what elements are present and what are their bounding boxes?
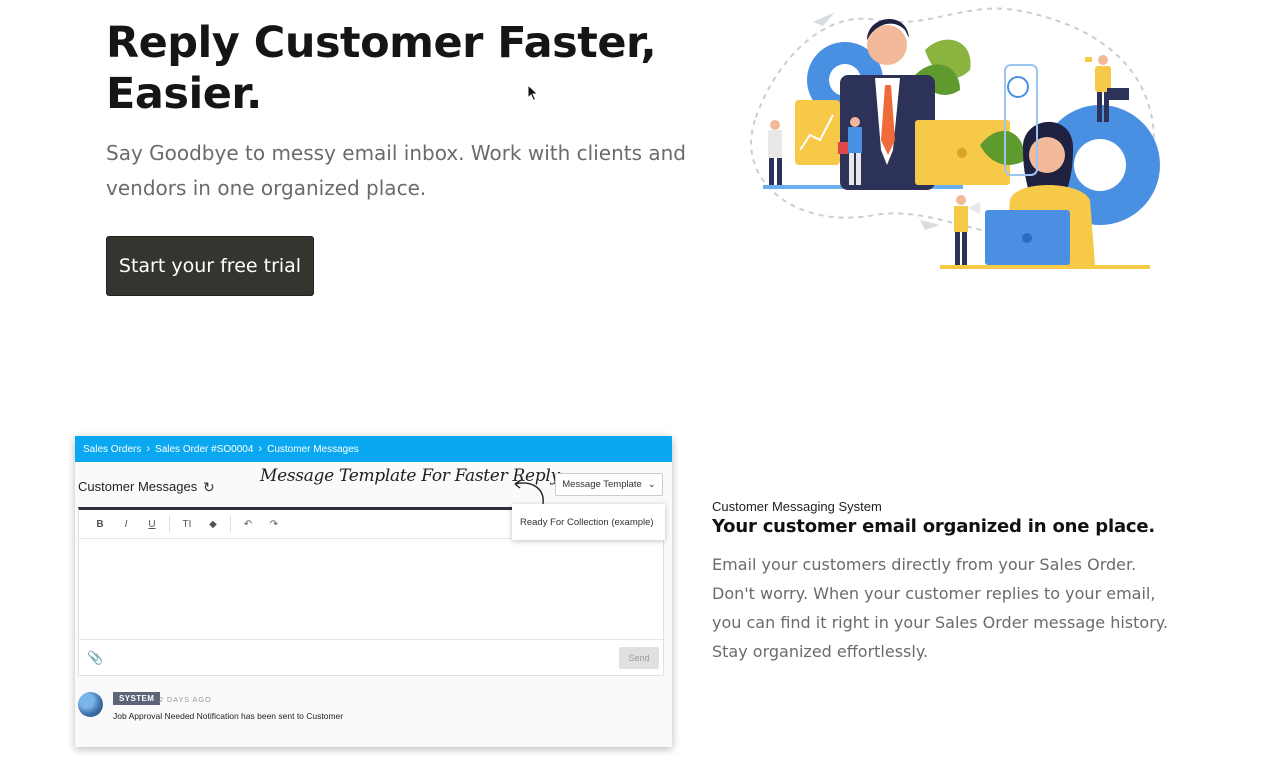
toolbar-divider (230, 516, 231, 532)
paperclip-icon[interactable]: 📎 (87, 650, 103, 666)
message-template-dropdown[interactable]: Message Template ⌄ (555, 473, 663, 496)
hero-illustration (750, 7, 1160, 269)
chevron-right-icon: › (146, 443, 151, 455)
bold-button[interactable]: B (87, 519, 113, 530)
toolbar-divider (169, 516, 170, 532)
status-badge: SYSTEM (113, 692, 161, 705)
breadcrumb-sales-orders[interactable]: Sales Orders (83, 444, 141, 455)
message-template-label: Message Template (562, 479, 642, 490)
undo-button[interactable]: ↶ (235, 519, 261, 530)
chevron-right-icon: › (258, 443, 263, 455)
feature-eyebrow: Customer Messaging System (712, 499, 882, 514)
redo-button[interactable]: ↷ (261, 519, 287, 530)
text-color-button[interactable]: ◆ (200, 519, 226, 530)
start-free-trial-button[interactable]: Start your free trial (106, 236, 314, 296)
breadcrumb-sales-order[interactable]: Sales Order #SO0004 (155, 444, 253, 455)
curved-arrow-icon (514, 479, 544, 505)
breadcrumb: Sales Orders › Sales Order #SO0004 › Cus… (75, 436, 672, 462)
editor-footer: 📎 Send (79, 639, 663, 675)
hero-title: Reply Customer Faster, Easier. (106, 18, 657, 119)
section-title: Customer Messages (78, 479, 198, 494)
message-timestamp: 2 DAYS AGO (159, 695, 212, 704)
avatar (78, 692, 103, 717)
underline-button[interactable]: U (139, 519, 165, 530)
refresh-icon[interactable]: ↻ (203, 479, 215, 496)
hero-subtitle: Say Goodbye to messy email inbox. Work w… (106, 141, 686, 200)
feature-body: Email your customers directly from your … (712, 555, 1169, 661)
chevron-down-icon: ⌄ (647, 479, 656, 490)
text-size-button[interactable]: TI (174, 519, 200, 530)
customer-messages-screenshot: Sales Orders › Sales Order #SO0004 › Cus… (75, 436, 672, 747)
italic-button[interactable]: I (113, 519, 139, 530)
message-text: Job Approval Needed Notification has bee… (113, 711, 344, 721)
template-option[interactable]: Ready For Collection (example) (512, 504, 665, 540)
breadcrumb-customer-messages: Customer Messages (267, 443, 359, 455)
mouse-cursor-icon (527, 84, 539, 102)
feature-title: Your customer email organized in one pla… (712, 516, 1156, 537)
send-button[interactable]: Send (619, 647, 659, 669)
